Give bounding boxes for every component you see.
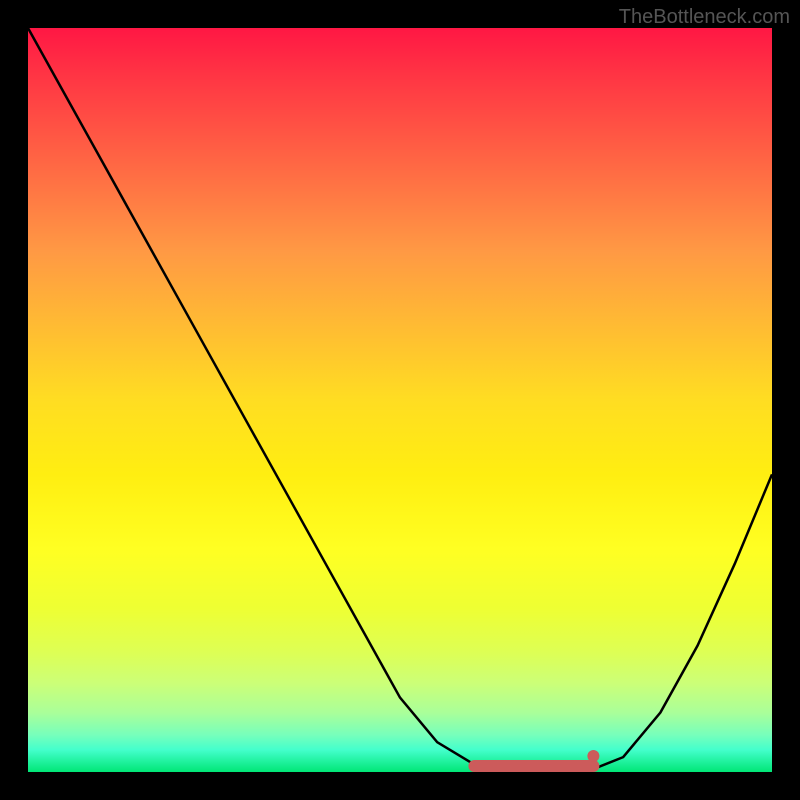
watermark-text: TheBottleneck.com: [619, 6, 790, 29]
chart-plot-area: [28, 28, 772, 772]
bottleneck-curve: [28, 28, 772, 772]
